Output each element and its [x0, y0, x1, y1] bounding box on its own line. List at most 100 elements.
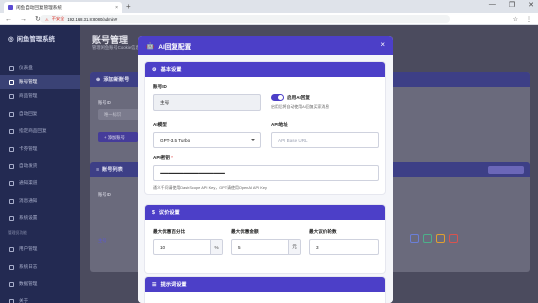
database-icon	[9, 281, 14, 287]
url-text: 192.168.31.8:8080/admin#	[67, 16, 118, 22]
account-id-field: 主号	[153, 94, 261, 111]
list-icon: ≡	[96, 166, 100, 173]
add-account-button[interactable]: + 添加账号	[98, 132, 138, 142]
forward-icon[interactable]: →	[20, 16, 27, 23]
basic-settings-section: ⚙ 基本设置 账号ID 主号 启用AI回复 启用后将自动使用AI回复买家消息 A…	[144, 61, 386, 195]
sidebar-item-notifications[interactable]: 消息通知	[0, 194, 80, 208]
gear-icon: ⚙	[152, 66, 157, 73]
basic-settings-header: ⚙ 基本设置	[145, 62, 385, 77]
api-url-input[interactable]: API Base URL	[271, 132, 379, 148]
bell-icon	[9, 180, 14, 186]
sidebar: ◎ 闲鱼管理系统 仪表盘 账号管理 商品管理 自动回复 指定商品回复 卡券管理 …	[0, 25, 80, 303]
ai-model-select[interactable]: GPT-3.5 Turbo	[153, 132, 261, 148]
users-icon	[9, 246, 14, 252]
modal-close-icon[interactable]: ×	[380, 41, 385, 49]
sidebar-item-label: 通知渠道	[19, 180, 38, 185]
enable-ai-toggle[interactable]	[271, 94, 284, 101]
account-list-card-title: 账号列表	[102, 167, 123, 173]
max-discount-pct-label: 最大优惠百分比	[153, 229, 186, 234]
sidebar-title-text: 闲鱼管理系统	[16, 36, 55, 43]
close-tab-icon[interactable]: ×	[115, 5, 118, 11]
sidebar-item-label: 关于	[19, 298, 29, 303]
sidebar-item-accounts[interactable]: 账号管理	[0, 75, 80, 89]
plus-circle-icon: ⊕	[96, 76, 101, 83]
not-secure-icon: ⚠	[45, 16, 49, 22]
sidebar-item-dashboard[interactable]: 仪表盘	[0, 61, 80, 75]
sidebar-item-data[interactable]: 数据管理	[0, 277, 80, 291]
browser-actions: ☆ ⋮	[513, 13, 532, 25]
prompt-settings-section: ☰ 提示词设置	[144, 276, 386, 303]
message-icon	[9, 198, 14, 204]
add-account-card-title: 添加新账号	[103, 77, 130, 83]
gear-icon	[9, 215, 14, 221]
bargain-settings-header: $ 议价设置	[145, 205, 385, 220]
sidebar-item-delivery[interactable]: 自动发货	[0, 159, 80, 173]
sidebar-item-label: 数据管理	[19, 281, 38, 286]
sidebar-item-cards[interactable]: 卡券管理	[0, 142, 80, 156]
row-delete-button[interactable]	[449, 234, 458, 243]
bg-account-id-placeholder: 唯一标识	[104, 112, 122, 117]
col-header-account-id: 账号ID	[98, 192, 111, 197]
window-controls: — ❐ ✕	[489, 1, 534, 9]
chevron-down-icon	[251, 139, 255, 141]
yuan-suffix: 元	[288, 240, 300, 254]
new-tab-button[interactable]: +	[126, 2, 131, 11]
sidebar-item-label: 系统设置	[19, 215, 38, 220]
favicon-icon	[8, 5, 13, 10]
list-header-button[interactable]	[488, 166, 524, 174]
prompt-settings-header: ☰ 提示词设置	[145, 277, 385, 292]
sidebar-item-label: 账号管理	[19, 79, 38, 84]
bargain-settings-section: $ 议价设置 最大优惠百分比 10 % 最大优惠金额 5 元 最大议价轮数 3	[144, 204, 386, 274]
maximize-icon[interactable]: ❐	[509, 1, 515, 9]
browser-tab-title: 闲鱼自动回复管理系统	[16, 4, 62, 10]
dashboard-icon	[9, 65, 14, 71]
reply-icon	[9, 111, 14, 117]
sidebar-item-label: 仪表盘	[19, 65, 33, 70]
card-icon	[9, 146, 14, 152]
sidebar-item-label: 卡券管理	[19, 146, 38, 151]
sidebar-item-label: 指定商品回复	[19, 128, 47, 133]
ai-reply-config-modal: 🤖 AI回复配置 × ⚙ 基本设置 账号ID 主号 启用AI回复 启用后将自动使…	[138, 36, 393, 303]
sidebar-item-label: 用户管理	[19, 246, 38, 251]
dollar-icon: $	[152, 209, 155, 216]
back-icon[interactable]: ←	[5, 16, 12, 23]
max-discount-pct-input[interactable]: 10 %	[153, 239, 223, 255]
account-icon	[9, 79, 14, 85]
sidebar-item-item-reply[interactable]: 指定商品回复	[0, 124, 80, 138]
row-edit-button[interactable]	[410, 234, 419, 243]
browser-tab[interactable]: 闲鱼自动回复管理系统 ×	[4, 2, 122, 13]
sidebar-item-auto-reply[interactable]: 自动回复	[0, 107, 80, 121]
close-window-icon[interactable]: ✕	[528, 1, 534, 9]
page-subtitle: 管理闲鱼账号Cookie信息	[92, 45, 140, 50]
basic-settings-title: 基本设置	[160, 67, 182, 73]
bg-account-id-label: 账号ID	[98, 100, 111, 105]
nav-buttons: ← → ↻	[5, 13, 41, 25]
browser-menu-icon[interactable]: ⋮	[526, 16, 532, 23]
prompt-settings-title: 提示词设置	[160, 282, 187, 288]
bookmark-star-icon[interactable]: ☆	[513, 16, 518, 23]
sidebar-item-products[interactable]: 商品管理	[0, 89, 80, 103]
info-icon	[9, 298, 14, 303]
security-label: 不安全	[51, 16, 65, 21]
row-ai-button[interactable]	[423, 234, 432, 243]
sidebar-item-users[interactable]: 用户管理	[0, 242, 80, 256]
max-discount-pct-value: 10	[160, 244, 166, 250]
sidebar-item-label: 商品管理	[19, 93, 38, 98]
url-field[interactable]: ⚠ 不安全 192.168.31.8:8080/admin#	[40, 15, 450, 23]
product-icon	[9, 93, 14, 99]
sidebar-item-label: 系统日志	[19, 264, 38, 269]
minimize-icon[interactable]: —	[489, 1, 496, 9]
modal-body: ⚙ 基本设置 账号ID 主号 启用AI回复 启用后将自动使用AI回复买家消息 A…	[138, 55, 393, 303]
enable-ai-label: 启用AI回复	[287, 95, 310, 100]
sidebar-item-settings[interactable]: 系统设置	[0, 211, 80, 225]
max-discount-amount-input[interactable]: 5 元	[231, 239, 301, 255]
row-toggle-button[interactable]	[436, 234, 445, 243]
toggle-knob	[278, 95, 283, 100]
api-key-input[interactable]: ••••••••••••••••••••••••••••••••••••••••…	[153, 165, 379, 181]
account-row-id[interactable]: 主号	[98, 238, 107, 244]
max-rounds-input[interactable]: 3	[309, 239, 379, 255]
sidebar-item-channels[interactable]: 通知渠道	[0, 176, 80, 190]
sidebar-item-logs[interactable]: 系统日志	[0, 260, 80, 274]
sidebar-title: ◎ 闲鱼管理系统	[8, 34, 55, 44]
sidebar-item-about[interactable]: 关于	[0, 294, 80, 303]
